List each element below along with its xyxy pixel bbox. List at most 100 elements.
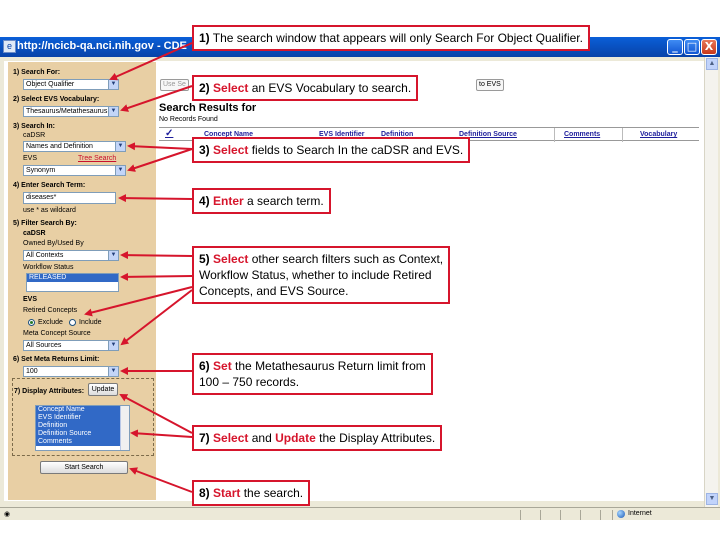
owned-by-value: All Contexts — [26, 252, 64, 259]
callout-number: 4) — [199, 194, 210, 208]
maximize-button[interactable]: □ — [684, 39, 700, 55]
start-search-button[interactable]: Start Search — [40, 461, 128, 474]
close-button[interactable]: X — [701, 39, 717, 55]
search-term-label: 4) Enter Search Term: — [13, 182, 86, 189]
callout-text: The search window that appears will only… — [212, 31, 583, 45]
meta-concept-source-label: Meta Concept Source — [23, 330, 91, 337]
callout-2: 2) Select an EVS Vocabulary to search. — [192, 75, 419, 101]
callout-3: 3) Select fields to Search In the caDSR … — [192, 137, 471, 163]
security-zone: Internet — [628, 510, 652, 517]
callout-number: 5) — [199, 252, 210, 266]
chevron-down-icon: ▼ — [108, 107, 118, 116]
callout-text: and — [251, 431, 272, 445]
meta-concept-source-select[interactable]: All Sources ▼ — [23, 340, 119, 351]
scroll-up-icon[interactable]: ▲ — [706, 58, 718, 70]
callout-text: an EVS Vocabulary to search. — [251, 81, 412, 95]
callout-6: 6) Set the Metathesaurus Return limit fr… — [192, 353, 433, 395]
callout-4: 4) Enter a search term. — [192, 188, 331, 214]
search-in-cadsr-value: Names and Definition — [26, 143, 93, 150]
minimize-button[interactable]: _ — [667, 39, 683, 55]
chevron-down-icon: ▼ — [115, 142, 125, 151]
attribute-option[interactable]: Definition — [36, 422, 129, 430]
attribute-option[interactable]: EVS Identifier — [36, 414, 129, 422]
callout-text: other search filters such as Context, — [251, 252, 444, 266]
callout-7: 7) Select and Update the Display Attribu… — [192, 425, 443, 451]
browser-icon: e — [3, 40, 16, 53]
callout-text: Workflow Status, whether to include Reti… — [199, 268, 432, 282]
wildcard-hint: use * as wildcard — [23, 207, 76, 214]
owned-by-select[interactable]: All Contexts ▼ — [23, 250, 119, 261]
column-header[interactable]: Comments — [564, 131, 600, 138]
attribute-option[interactable]: Concept Name — [36, 406, 129, 414]
page-icon: ◉ — [4, 511, 11, 518]
no-records-text: No Records Found — [159, 116, 218, 123]
workflow-status-label: Workflow Status — [23, 264, 74, 271]
callout-keyword: Enter — [213, 194, 244, 208]
retired-concepts-label: Retired Concepts — [23, 307, 78, 314]
search-for-label: 1) Search For: — [13, 69, 61, 76]
use-selection-button[interactable]: Use Se — [160, 79, 189, 91]
include-label: Include — [79, 319, 102, 326]
meta-limit-select[interactable]: 100 ▼ — [23, 366, 119, 377]
chevron-down-icon: ▼ — [108, 251, 118, 260]
evs-vocabulary-select[interactable]: Thesaurus/Metathesaurus ▼ — [23, 106, 119, 117]
callout-keyword: Set — [213, 359, 232, 373]
page-scrollbar[interactable]: ▲ ▼ — [704, 57, 718, 507]
display-attributes-label: 7) Display Attributes: — [14, 388, 85, 395]
search-in-cadsr-select[interactable]: Names and Definition ▼ — [23, 141, 126, 152]
owned-by-label: Owned By/Used By — [23, 240, 84, 247]
search-in-evs-label: EVS — [23, 155, 38, 162]
callout-8: 8) Start the search. — [192, 480, 311, 506]
callout-keyword: Start — [213, 486, 241, 500]
globe-icon — [617, 510, 625, 518]
column-header[interactable]: Vocabulary — [640, 131, 677, 138]
workflow-option[interactable]: RELEASED — [27, 274, 118, 282]
exclude-label: Exclude — [38, 319, 63, 326]
callout-number: 8) — [199, 486, 210, 500]
callout-number: 7) — [199, 431, 210, 445]
exclude-radio[interactable] — [28, 319, 35, 326]
callout-keyword: Select — [213, 431, 249, 445]
search-in-label: 3) Search In: — [13, 123, 56, 130]
callout-keyword: Select — [213, 143, 249, 157]
search-for-value: Object Qualifier — [26, 81, 75, 88]
meta-limit-label: 6) Set Meta Returns Limit: — [13, 356, 100, 363]
window-title: http://ncicb-qa.nci.nih.gov - CDE — [17, 40, 187, 52]
callout-number: 2) — [199, 81, 210, 95]
search-in-evs-value: Synonym — [26, 167, 56, 174]
callout-number: 3) — [199, 143, 210, 157]
workflow-status-list[interactable]: RELEASED — [26, 273, 119, 292]
meta-limit-value: 100 — [26, 368, 38, 375]
callout-text: fields to Search In the caDSR and EVS. — [251, 143, 464, 157]
callout-keyword: Select — [213, 81, 249, 95]
evs-vocabulary-label: 2) Select EVS Vocabulary: — [13, 96, 100, 103]
filter-evs-label: EVS — [23, 296, 38, 303]
callout-keyword: Update — [275, 431, 316, 445]
callout-keyword: Select — [213, 252, 249, 266]
callout-text: Concepts, and EVS Source. — [199, 284, 349, 298]
update-button[interactable]: Update — [88, 383, 118, 396]
display-attributes-list[interactable]: Concept Name EVS Identifier Definition D… — [35, 405, 130, 451]
chevron-down-icon: ▼ — [108, 367, 118, 376]
callout-text: the Metathesaurus Return limit from — [235, 359, 426, 373]
search-term-input[interactable]: diseases* — [23, 192, 116, 204]
callout-text: the search. — [243, 486, 304, 500]
callout-number: 6) — [199, 359, 210, 373]
chevron-down-icon: ▼ — [108, 341, 118, 350]
filter-search-label: 5) Filter Search By: — [13, 220, 77, 227]
search-for-select[interactable]: Object Qualifier ▼ — [23, 79, 119, 90]
results-title: Search Results for — [159, 102, 257, 114]
callout-1: 1) The search window that appears will o… — [192, 25, 590, 51]
filter-cadsr-label: caDSR — [23, 230, 46, 237]
include-radio[interactable] — [69, 319, 76, 326]
callout-text: 100 – 750 records. — [199, 375, 300, 389]
evs-vocabulary-value: Thesaurus/Metathesaurus — [26, 108, 108, 115]
attribute-option[interactable]: Definition Source — [36, 430, 129, 438]
search-in-evs-select[interactable]: Synonym ▼ — [23, 165, 126, 176]
scroll-down-icon[interactable]: ▼ — [706, 493, 718, 505]
link-to-evs-button[interactable]: to EVS — [476, 79, 504, 91]
attribute-option[interactable]: Comments — [36, 438, 129, 446]
tree-search-link[interactable]: Tree Search — [78, 155, 116, 162]
select-all-check-icon[interactable]: ✓ — [165, 128, 173, 139]
list-scrollbar[interactable] — [120, 406, 129, 450]
